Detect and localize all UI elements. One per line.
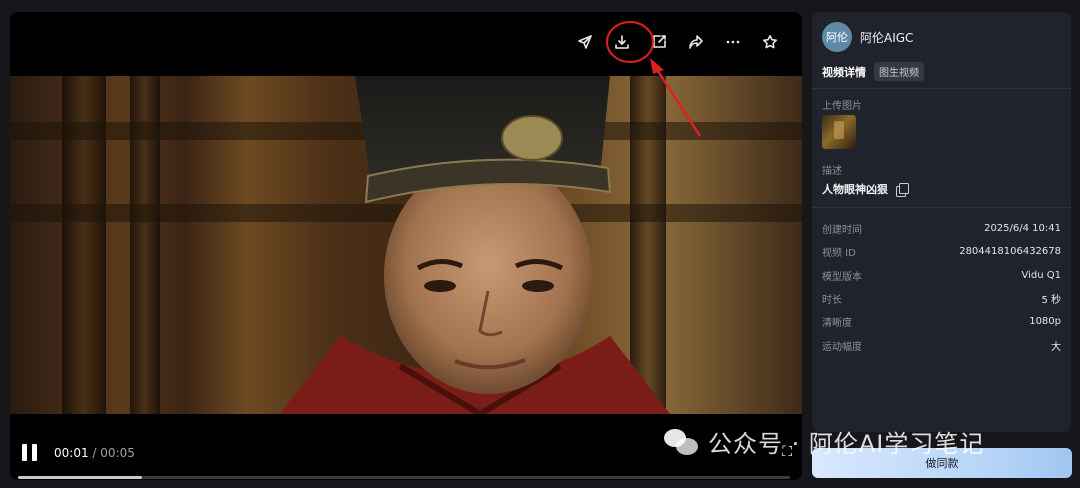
detail-tabs: 视频详情 图生视频 [822, 62, 924, 81]
meta-key: 创建时间 [822, 225, 862, 237]
meta-value: 5 秒 [1041, 295, 1061, 307]
desc-label: 描述 [822, 166, 842, 177]
edit-icon [652, 35, 666, 48]
fullscreen-button[interactable]: ⛶ [782, 444, 792, 460]
time-display: 00:01 / 00:05 [54, 446, 135, 460]
meta-value: 2804418106432678 [959, 246, 1061, 258]
meta-value: Vidu Q1 [1021, 269, 1062, 281]
meta-row: 视频 ID 2804418106432678 [822, 240, 1061, 263]
make-same-button[interactable]: 做同款 [812, 448, 1072, 478]
download-icon [614, 35, 629, 49]
favorite-button[interactable] [751, 24, 788, 61]
more-icon [726, 40, 739, 44]
video-player[interactable]: 00:01 / 00:05 ⛶ [10, 12, 802, 480]
meta-value: 1080p [1029, 316, 1061, 328]
mode-tag: 图生视频 [874, 62, 924, 81]
current-time: 00:01 [54, 446, 89, 460]
meta-key: 视频 ID [822, 248, 856, 260]
pause-button[interactable] [22, 444, 42, 466]
app: 00:01 / 00:05 ⛶ 阿伦 阿伦AIGC 视频详情 图生视频 上传图片… [0, 0, 1080, 488]
player-toolbar [10, 12, 802, 72]
user-info[interactable]: 阿伦 阿伦AIGC [822, 22, 913, 52]
meta-key: 清晰度 [822, 318, 852, 330]
share-button[interactable] [677, 24, 714, 61]
meta-row: 创建时间 2025/6/4 10:41 [822, 217, 1061, 240]
copy-icon[interactable] [896, 183, 909, 197]
pause-icon [32, 444, 37, 461]
total-time: 00:05 [100, 446, 135, 460]
meta-list: 创建时间 2025/6/4 10:41 视频 ID 2804418106432678… [822, 217, 1061, 357]
share-icon [688, 35, 703, 49]
time-separator: / [92, 446, 97, 460]
progress-fill [18, 476, 142, 479]
upload-label: 上传图片 [822, 101, 862, 112]
meta-row: 时长 5 秒 [822, 287, 1061, 310]
video-frame [10, 76, 802, 414]
tab-video-details[interactable]: 视频详情 [822, 64, 866, 80]
detail-panel: 阿伦 阿伦AIGC 视频详情 图生视频 上传图片 描述 人物眼神凶狠 创建时间 2… [812, 12, 1071, 432]
player-controls: 00:01 / 00:05 ⛶ [10, 414, 802, 480]
star-icon [762, 35, 777, 49]
divider [812, 88, 1071, 89]
meta-row: 运动幅度 大 [822, 333, 1061, 356]
meta-row: 模型版本 Vidu Q1 [822, 264, 1061, 287]
download-button[interactable] [603, 24, 640, 61]
send-icon [577, 35, 592, 49]
description-text: 人物眼神凶狠 [822, 183, 888, 196]
username[interactable]: 阿伦AIGC [860, 29, 913, 46]
meta-key: 运动幅度 [822, 341, 862, 353]
meta-key: 时长 [822, 295, 842, 307]
video-subject [280, 76, 670, 414]
more-button[interactable] [714, 24, 751, 61]
meta-row: 清晰度 1080p [822, 310, 1061, 333]
meta-value: 大 [1051, 341, 1061, 353]
divider [812, 207, 1071, 208]
uploaded-image-thumbnail[interactable] [822, 115, 856, 149]
description: 人物眼神凶狠 [822, 181, 909, 197]
pause-icon [22, 444, 27, 461]
meta-key: 模型版本 [822, 271, 862, 283]
edit-button[interactable] [640, 24, 677, 61]
progress-bar[interactable] [18, 476, 790, 479]
meta-value: 2025/6/4 10:41 [984, 223, 1061, 235]
send-button[interactable] [566, 24, 603, 61]
avatar[interactable]: 阿伦 [822, 22, 852, 52]
